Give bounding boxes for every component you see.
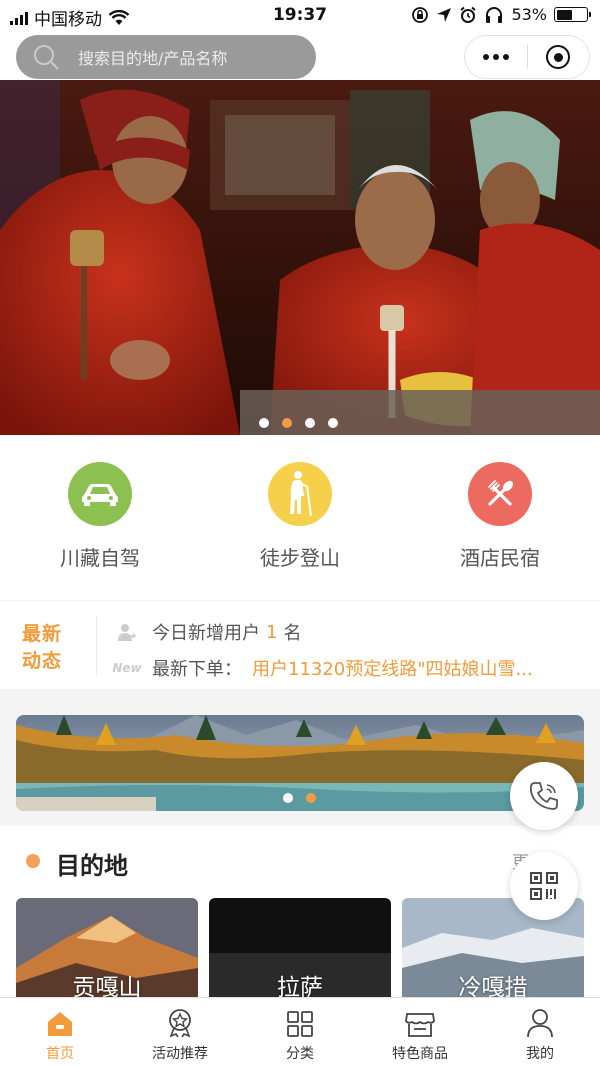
new-users-prefix: 今日新增用户 xyxy=(152,623,260,644)
home-icon xyxy=(48,1012,72,1036)
quick-nav-hotel[interactable]: 酒店民宿 xyxy=(400,462,600,571)
status-right: 53% xyxy=(411,5,591,24)
tab-bar: 首页 活动推荐 分类 特色商品 我的 xyxy=(0,997,600,1066)
more-button[interactable] xyxy=(465,36,527,78)
quick-nav-label: 徒步登山 xyxy=(260,546,340,570)
new-users-suffix: 名 xyxy=(283,623,302,644)
latest-news: 最新 动态 今日新增用户 1 名 New 最新下单： 用户11320预定线路"四… xyxy=(0,601,600,689)
destination-card[interactable]: 贡嘎山 xyxy=(16,898,198,998)
pager-dot[interactable] xyxy=(328,418,338,428)
hiker-icon xyxy=(268,462,332,526)
promo-banner[interactable] xyxy=(16,715,584,811)
banner-image xyxy=(0,80,600,435)
latest-order-label: 最新下单： xyxy=(152,659,242,680)
call-button[interactable] xyxy=(510,762,578,830)
new-users-row: 今日新增用户 1 名 xyxy=(116,619,301,645)
news-badge: 最新 动态 xyxy=(22,621,78,675)
new-users-count: 1 xyxy=(266,621,278,643)
new-tag: New xyxy=(112,661,142,675)
search-input[interactable]: 搜索目的地/产品名称 xyxy=(16,35,316,79)
close-mini-program-button[interactable] xyxy=(528,36,590,78)
target-icon xyxy=(546,45,571,69)
destination-name: 拉萨 xyxy=(277,975,323,998)
rotation-lock-icon xyxy=(412,6,429,23)
pager-dot-active[interactable] xyxy=(282,418,292,428)
banner-pager xyxy=(259,418,338,428)
headphones-icon xyxy=(486,6,503,23)
status-bar: 中国移动 19:37 53% xyxy=(0,0,600,30)
fork-spoon-icon xyxy=(468,462,532,526)
section-dot xyxy=(26,854,40,868)
quick-nav-label: 酒店民宿 xyxy=(460,546,540,570)
award-icon xyxy=(169,1009,191,1038)
tab-activities[interactable]: 活动推荐 xyxy=(120,998,240,1066)
more-dots-icon xyxy=(482,54,509,60)
user-icon xyxy=(116,622,138,642)
tab-label: 特色商品 xyxy=(392,1046,448,1062)
latest-order-row[interactable]: New 最新下单： 用户11320预定线路"四姑娘山雪... xyxy=(112,655,533,681)
destination-card[interactable]: 拉萨 xyxy=(209,898,391,998)
tab-specialty-goods[interactable]: 特色商品 xyxy=(360,998,480,1066)
pager-dot-active[interactable] xyxy=(306,793,316,803)
tab-profile[interactable]: 我的 xyxy=(480,998,600,1066)
tab-label: 首页 xyxy=(46,1046,74,1062)
quick-nav-hiking[interactable]: 徒步登山 xyxy=(200,462,400,571)
promo-pager xyxy=(283,793,316,803)
section-title: 目的地 xyxy=(56,852,128,880)
store-icon xyxy=(405,1013,435,1037)
phone-icon xyxy=(529,782,558,810)
battery-percent: 53% xyxy=(511,5,547,24)
tab-categories[interactable]: 分类 xyxy=(240,998,360,1066)
pager-dot[interactable] xyxy=(259,418,269,428)
user-icon xyxy=(527,1009,553,1038)
pager-dot[interactable] xyxy=(283,793,293,803)
quick-nav-self-drive[interactable]: 川藏自驾 xyxy=(0,462,200,571)
car-icon xyxy=(68,462,132,526)
tab-label: 分类 xyxy=(286,1046,314,1062)
quick-nav: 川藏自驾 徒步登山 酒店民宿 xyxy=(0,435,600,600)
quick-nav-label: 川藏自驾 xyxy=(60,546,140,570)
destination-name: 冷嘎措 xyxy=(458,975,528,998)
search-icon xyxy=(34,45,59,70)
mini-program-capsule xyxy=(464,35,590,79)
destinations-section: 目的地 更多 > 贡嘎山 拉萨 冷嘎措 xyxy=(0,826,600,998)
latest-order-text: 用户11320预定线路"四姑娘山雪... xyxy=(252,659,533,680)
search-placeholder: 搜索目的地/产品名称 xyxy=(78,49,228,68)
news-badge-line: 动态 xyxy=(22,650,63,672)
pager-dot[interactable] xyxy=(305,418,315,428)
qr-code-button[interactable] xyxy=(510,852,578,920)
location-icon xyxy=(437,7,452,22)
news-badge-line: 最新 xyxy=(22,623,63,645)
battery-icon xyxy=(554,7,591,22)
tab-home[interactable]: 首页 xyxy=(0,998,120,1066)
hero-banner[interactable] xyxy=(0,80,600,435)
grid-icon xyxy=(287,1011,313,1037)
divider xyxy=(96,617,97,675)
tab-label: 我的 xyxy=(526,1046,554,1062)
alarm-icon xyxy=(460,6,477,23)
tab-label: 活动推荐 xyxy=(152,1046,208,1062)
destination-name: 贡嘎山 xyxy=(72,975,142,998)
top-bar: 搜索目的地/产品名称 xyxy=(0,30,600,80)
qr-code-icon xyxy=(530,872,558,900)
